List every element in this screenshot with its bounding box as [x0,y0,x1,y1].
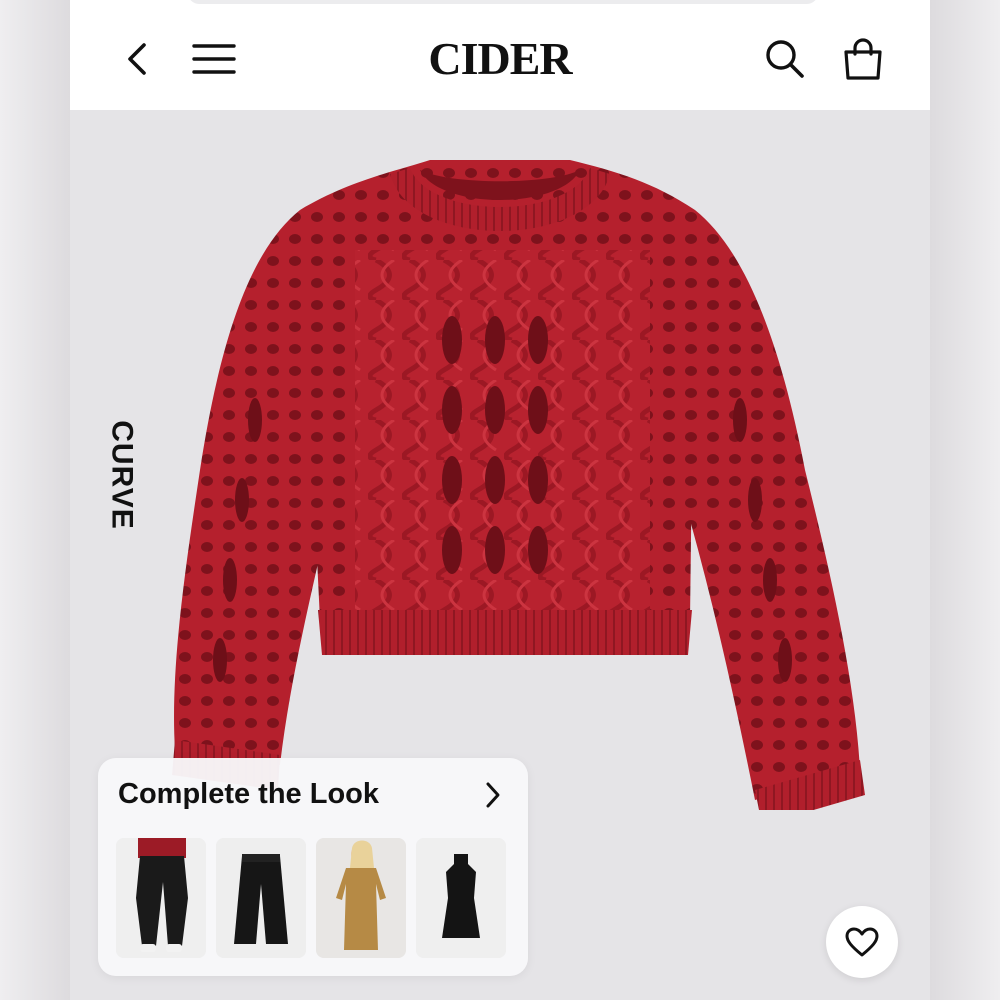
complete-the-look-arrow[interactable] [478,778,508,812]
black-sleeveless-dress-image [416,838,506,958]
camel-sweater-dress-image [316,838,406,958]
left-gutter [0,0,70,1000]
complete-the-look-title: Complete the Look [118,778,380,810]
back-button[interactable] [114,36,160,82]
back-arrow-icon [128,43,146,75]
complete-the-look-card[interactable]: Complete the Look [98,758,528,976]
black-balloon-pants-image [116,838,206,958]
sweater-image [172,160,865,810]
heart-icon [845,927,879,957]
shopping-bag-button[interactable] [838,34,888,84]
app-screen: CIDER CURVE Complete the Look [70,0,930,1000]
menu-button[interactable] [188,36,240,82]
right-gutter [930,0,1000,1000]
look-item-black-pants[interactable] [116,838,206,958]
brand-logo[interactable]: CIDER [400,30,600,86]
look-item-black-trousers[interactable] [216,838,306,958]
status-bar-pill [188,0,818,4]
product-image-area[interactable]: CURVE Complete the Look [70,110,930,1000]
search-button[interactable] [762,36,808,82]
black-wide-leg-trousers-image [216,838,306,958]
top-navigation-bar: CIDER [70,0,930,110]
search-icon [766,40,804,78]
shopping-bag-icon [844,38,882,80]
menu-icon [192,44,236,74]
look-item-camel-dress[interactable] [316,838,406,958]
look-item-black-dress[interactable] [416,838,506,958]
favorite-button[interactable] [826,906,898,978]
chevron-right-icon [486,782,500,808]
